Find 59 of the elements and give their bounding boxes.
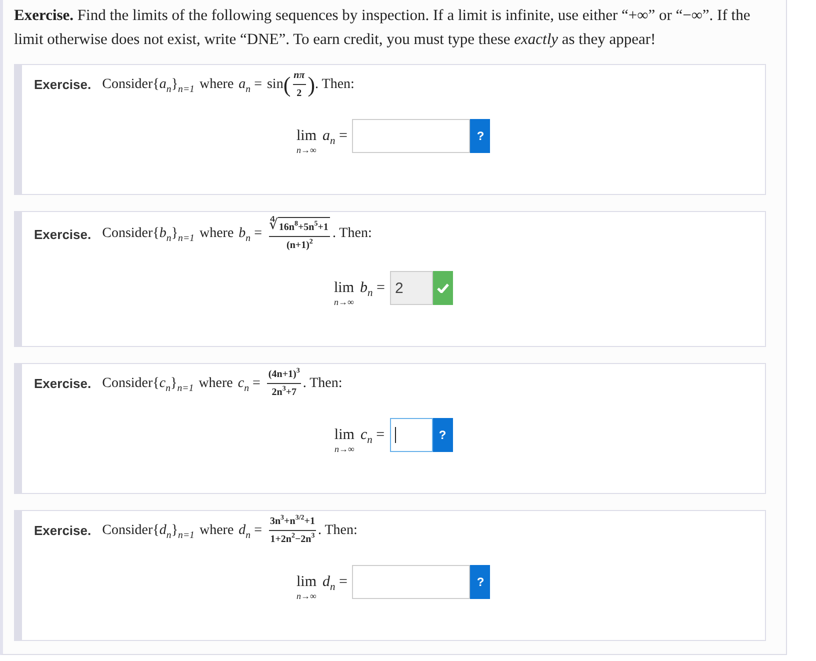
answer-field[interactable] (352, 565, 470, 599)
opening-parenthesis: ( (283, 72, 291, 98)
then-text: . Then: (302, 376, 342, 392)
limit-subscript: n→∞ (334, 444, 354, 454)
check-icon (436, 283, 449, 293)
fraction-denominator: 1+2n$^{2}$−2n$^{3}$ (269, 532, 316, 547)
exercise-label: Exercise. (34, 226, 92, 242)
then-text: . Then: (315, 76, 354, 92)
limit-term: c$_{n}$ = (360, 426, 385, 444)
limit-term: b$_{n}$ = (360, 279, 385, 297)
where-text: where (199, 522, 234, 538)
answer-field[interactable] (390, 418, 433, 452)
consider-text: Consider (102, 376, 153, 392)
exercise-label: Exercise. (34, 376, 92, 391)
then-text: . Then: (332, 226, 372, 242)
sequence-notation: {d$_{n}$}$_{n=1}$ (152, 522, 194, 538)
consider-text: Consider (102, 522, 153, 538)
sequence-notation: {c$_{n}$}$_{n=1}$ (152, 376, 194, 392)
fraction-numerator: nπ (292, 69, 306, 83)
sequence-term: b$_{n}$ = (238, 226, 262, 242)
answer-field[interactable] (352, 119, 470, 153)
help-button[interactable]: ? (470, 119, 490, 153)
fraction-denominator: 2n$^{3}$+7 (270, 385, 298, 400)
answer-field[interactable]: 2 (390, 271, 433, 305)
limit-term: a$_{n}$ = (322, 127, 348, 145)
fraction-numerator: 3n$^{3}$+n$^{3/2}$+1 (268, 514, 316, 529)
radical-sign: ∜ (268, 215, 278, 235)
instructions-text: Exercise. Find the limits of the following sequences by inspection. If a limit is infinite, use either “+∞” or “−∞”. If the limit otherwise does not exist, write “DNE”. To earn credit, you must type these exactly as they appear! (14, 6, 752, 50)
fraction-denominator: 2 (296, 87, 303, 101)
limit-subscript: n→∞ (296, 145, 316, 155)
sequence-term: c$_{n}$ = (238, 376, 260, 392)
radicand: 16n$^{8}$+5n$^{5}$+1 (278, 217, 330, 235)
sequence-notation: {b$_{n}$}$_{n=1}$ (152, 226, 194, 242)
limit-operator: lim (334, 426, 354, 444)
function-name: sin (266, 76, 284, 92)
closing-parenthesis: ) (308, 72, 316, 98)
help-button[interactable]: ? (470, 565, 490, 599)
then-text: . Then: (318, 522, 358, 538)
limit-subscript: n→∞ (334, 297, 354, 307)
help-button[interactable]: ? (432, 418, 453, 452)
exercise-label: Exercise. (34, 77, 92, 92)
sequence-term: a$_{n}$ = (238, 76, 262, 92)
limit-subscript: n→∞ (296, 591, 316, 601)
limit-operator: lim (296, 127, 317, 145)
limit-operator: lim (296, 573, 317, 591)
where-text: where (199, 76, 234, 92)
where-text: where (198, 376, 233, 392)
sequence-notation: {a$_{n}$}$_{n=1}$ (152, 76, 194, 92)
text-cursor-icon (394, 427, 396, 443)
limit-operator: lim (334, 279, 354, 297)
consider-text: Consider (102, 76, 153, 92)
where-text: where (199, 226, 234, 242)
limit-term: d$_{n}$ = (322, 573, 348, 591)
fraction-denominator: (n+1)$^{2}$ (286, 238, 314, 253)
exercise-label: Exercise. (34, 523, 92, 538)
sequence-term: d$_{n}$ = (238, 522, 262, 538)
fraction-numerator: (4n+1)$^{3}$ (267, 367, 301, 382)
correct-button[interactable] (432, 271, 453, 305)
consider-text: Consider (102, 226, 153, 242)
